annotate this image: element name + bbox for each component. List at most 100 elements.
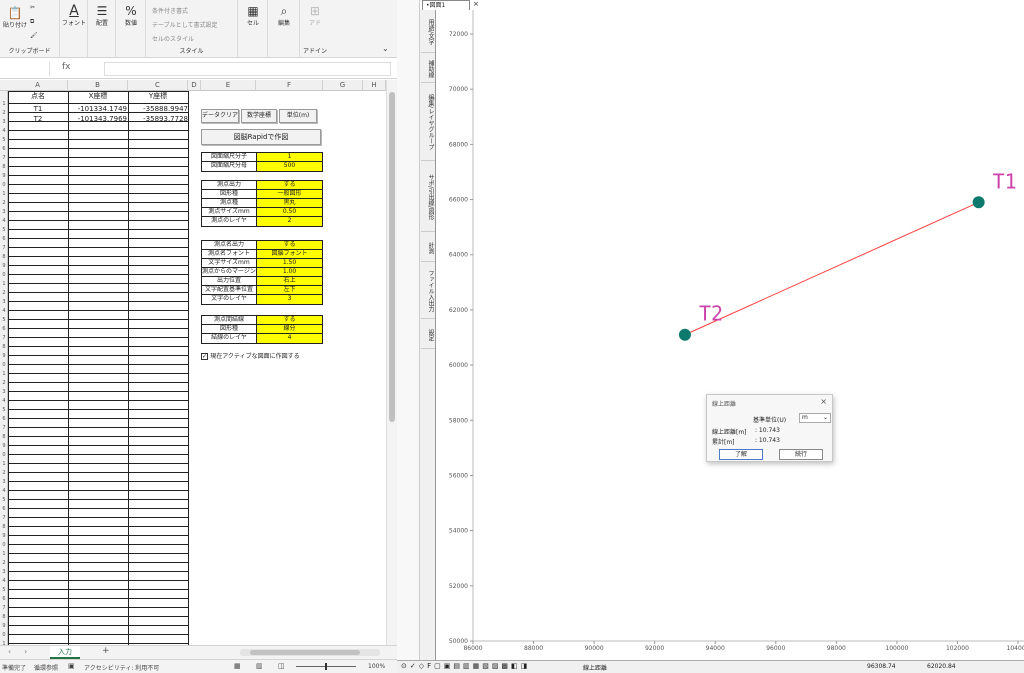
horizontal-scrollbar[interactable] [240, 649, 380, 656]
param-value[interactable]: 0.50 [257, 208, 322, 216]
copy-icon[interactable]: ⧉ [30, 18, 34, 26]
header-name[interactable]: 点名 [8, 92, 68, 101]
row-number[interactable]: 1 [0, 370, 8, 379]
row-number[interactable]: 1 [0, 550, 8, 559]
drawing-canvas[interactable]: 72000 70000 68000 66000 64000 62000 60000 58000… [437, 0, 1024, 660]
param-label[interactable]: 測点のレイヤ [202, 217, 257, 226]
row-number[interactable]: 3 [0, 478, 8, 487]
row-number[interactable]: 2 [0, 289, 8, 298]
cell-style-button[interactable]: セルのスタイル [152, 34, 194, 43]
row-number[interactable]: 4 [0, 127, 8, 136]
param-label[interactable]: 測点名フォント [202, 250, 257, 258]
side-tab[interactable]: 補助線 [421, 55, 435, 83]
row-number[interactable]: 9 [0, 442, 8, 451]
row-number[interactable]: 1 [0, 100, 8, 109]
side-tab[interactable]: ファイル入出力 [421, 264, 435, 319]
dialog-close-icon[interactable]: × [820, 397, 827, 406]
param-value[interactable]: 黒丸 [257, 199, 322, 207]
row-number[interactable]: 7 [0, 604, 8, 613]
zoom-level[interactable]: 100% [368, 663, 385, 670]
collapse-ribbon-icon[interactable]: ⌄ [382, 44, 389, 53]
param-value[interactable]: 500 [257, 162, 322, 171]
param-label[interactable]: 測点からのマージンmm [202, 268, 257, 276]
side-tab[interactable]: 計測 [421, 234, 435, 262]
row-number[interactable]: 0 [0, 451, 8, 460]
row-number[interactable]: 4 [0, 217, 8, 226]
row-number[interactable]: 5 [0, 496, 8, 505]
font-button[interactable]: A フォント [62, 4, 86, 27]
side-tab[interactable]: 用語/文字 [421, 12, 435, 53]
normal-view-icon[interactable]: ▦ [234, 662, 241, 670]
row-number[interactable]: 6 [0, 415, 8, 424]
row-number[interactable]: 0 [0, 361, 8, 370]
row-number[interactable]: 8 [0, 613, 8, 622]
prev-sheet-icon[interactable]: ‹ [8, 647, 11, 656]
param-label[interactable]: 測点間結線 [202, 316, 257, 324]
col-e[interactable]: E [201, 80, 256, 91]
param-value[interactable]: 4 [257, 334, 322, 343]
side-tab[interactable]: 編集/レイヤグループ [421, 85, 435, 161]
param-label[interactable]: 測点種 [202, 199, 257, 207]
table-format-button[interactable]: テーブルとして書式設定 [152, 20, 217, 29]
row-number[interactable]: 3 [0, 118, 8, 127]
number-button[interactable]: % 数値 [119, 4, 143, 27]
cond-format-button[interactable]: 条件付き書式 [152, 6, 188, 15]
col-d[interactable]: D [188, 80, 201, 91]
row-number[interactable]: 6 [0, 505, 8, 514]
row-number[interactable]: 9 [0, 622, 8, 631]
param-value[interactable]: する [257, 241, 322, 249]
macro-icon[interactable]: ▣ [68, 662, 75, 670]
row-number[interactable]: 9 [0, 352, 8, 361]
param-label[interactable]: 文字サイズmm [202, 259, 257, 267]
param-label[interactable]: 測点名出力 [202, 241, 257, 249]
row-number[interactable]: 0 [0, 631, 8, 640]
row-number[interactable]: 5 [0, 136, 8, 145]
row-number[interactable]: 3 [0, 388, 8, 397]
addin-button[interactable]: ⊞ アド [303, 4, 327, 27]
param-value[interactable]: する [257, 181, 322, 189]
param-value[interactable]: する [257, 316, 322, 324]
unit-button[interactable]: 単位(m) [279, 109, 317, 123]
row-number[interactable] [0, 91, 8, 100]
data-clear-button[interactable]: データクリア [201, 109, 239, 123]
row-number[interactable]: 9 [0, 262, 8, 271]
param-label[interactable]: 図面縮尺分子 [202, 153, 257, 161]
header-x[interactable]: X座標 [68, 92, 128, 101]
param-label[interactable]: 出力位置 [202, 277, 257, 285]
col-g[interactable]: G [323, 80, 363, 91]
param-label[interactable]: 文字のレイヤ [202, 295, 257, 304]
col-h[interactable]: H [363, 80, 386, 91]
cell-t2-x[interactable]: -101343.7969 [68, 115, 127, 124]
param-value[interactable]: 左下 [257, 286, 322, 294]
cad-tool-icons[interactable]: ⊙✓◇F▢▣▤▥▦▧▨▩◧◨ [401, 662, 530, 670]
col-c[interactable]: C [128, 80, 188, 91]
row-number[interactable]: 5 [0, 316, 8, 325]
row-number[interactable]: 9 [0, 172, 8, 181]
row-number[interactable]: 7 [0, 514, 8, 523]
param-value[interactable]: 図脳フォント [257, 250, 322, 258]
row-number[interactable]: 2 [0, 469, 8, 478]
active-drawing-checkbox[interactable]: ✓ 現在アクティブな図面に作図する [201, 352, 300, 361]
param-value[interactable]: 1.50 [257, 259, 322, 267]
cut-icon[interactable]: ✂ [30, 4, 35, 11]
row-number[interactable]: 2 [0, 109, 8, 118]
row-number[interactable]: 4 [0, 577, 8, 586]
row-number[interactable]: 2 [0, 559, 8, 568]
row-number[interactable]: 0 [0, 181, 8, 190]
draw-button[interactable]: 図脳Rapidで作図 [201, 129, 321, 145]
row-number[interactable]: 8 [0, 343, 8, 352]
row-number[interactable]: 0 [0, 271, 8, 280]
row-number[interactable]: 2 [0, 379, 8, 388]
formula-input[interactable] [104, 62, 391, 76]
row-number[interactable]: 6 [0, 595, 8, 604]
row-number[interactable]: 6 [0, 325, 8, 334]
math-coord-button[interactable]: 数学座標 [241, 109, 277, 123]
row-number[interactable]: 4 [0, 397, 8, 406]
status-accessibility[interactable]: アクセシビリティ: 利用不可 [84, 663, 159, 672]
paste-button[interactable]: 📋 貼り付け [2, 6, 28, 29]
spreadsheet-grid[interactable]: A B C D E F G H 123456789012345678901234… [0, 80, 386, 645]
row-number[interactable]: 3 [0, 298, 8, 307]
param-value[interactable]: 右上 [257, 277, 322, 285]
row-number[interactable]: 8 [0, 523, 8, 532]
row-number[interactable]: 0 [0, 541, 8, 550]
